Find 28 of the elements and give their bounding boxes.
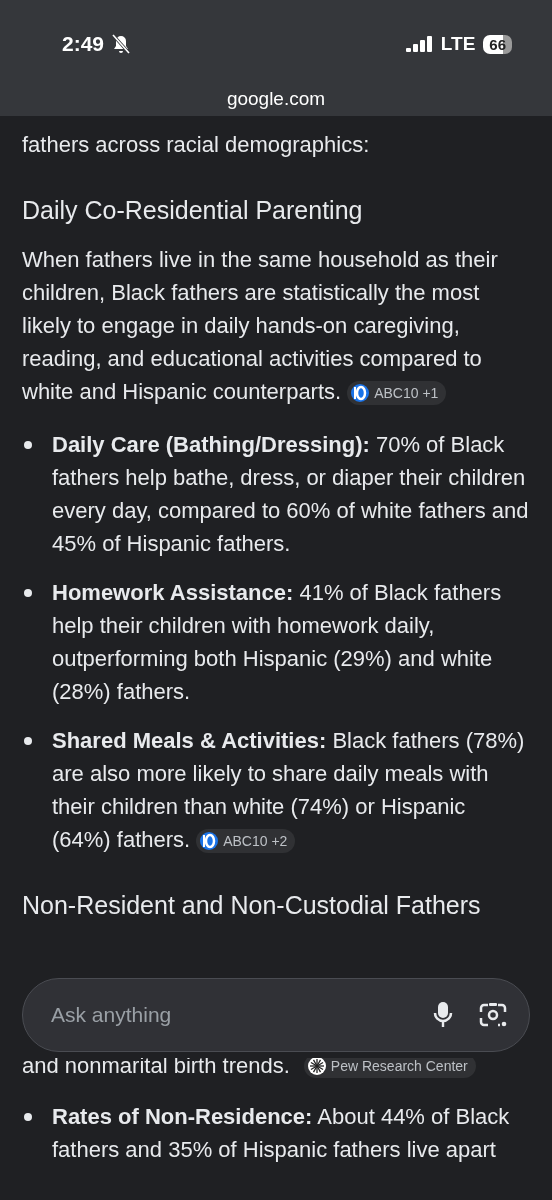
camera-lens-icon[interactable] xyxy=(479,1002,507,1028)
citation-chip[interactable]: ABC10 +1 xyxy=(347,381,447,406)
bullet-text: Rates of Non-Residence: About 44% of Black fathers and 35% of Hispanic fathers live apart xyxy=(52,1103,511,1164)
bell-muted-icon xyxy=(112,34,131,54)
search-input[interactable]: Ask anything xyxy=(49,1002,407,1028)
bullet-dot xyxy=(24,441,32,449)
section-heading: Non-Resident and Non-Custodial Fathers xyxy=(22,890,482,921)
search-bar[interactable]: Ask anything xyxy=(22,978,530,1052)
source-logo-icon xyxy=(200,832,219,851)
citation-chip[interactable]: ABC10 +2 xyxy=(196,829,296,854)
bullet-dot xyxy=(24,737,32,745)
sunburst-logo-icon xyxy=(307,1058,326,1075)
bullet-dot xyxy=(24,1113,32,1121)
paragraph-text: When fathers live in the same household as their children, Black fathers are statistically the most likely to engage in daily hands-on caregiving, reading, and educational activities compared to white and Hispanic counterparts. ABC10 +1 xyxy=(22,246,499,408)
paragraph-text: fathers across racial demographics: xyxy=(22,131,371,159)
clock-time: 2:49 xyxy=(62,32,105,56)
battery-level: 66 xyxy=(483,34,512,54)
source-logo-icon xyxy=(351,384,370,403)
microphone-icon[interactable] xyxy=(433,1001,453,1029)
bullet-text: Shared Meals & Activities: Black fathers (78%) are also more likely to share daily meals with their children than white (74%) or Hispanic (64%) fathers. ABC10 +2 xyxy=(52,727,526,856)
bullet-text: Homework Assistance: 41% of Black fathers help their children with homework daily, outperforming both Hispanic (29%) and white (28%) fathers. xyxy=(52,579,503,706)
bullet-text: Daily Care (Bathing/Dressing): 70% of Black fathers help bathe, dress, or diaper their children every day, compared to 60% of white fathers and 45% of Hispanic fathers. xyxy=(52,431,530,558)
citation-chip[interactable]: Pew Research Center xyxy=(303,1058,476,1078)
signal-icon xyxy=(405,36,433,52)
section-heading: Daily Co-Residential Parenting xyxy=(22,195,364,226)
bullet-dot xyxy=(24,589,32,597)
page-address: google.com xyxy=(225,88,327,110)
network-label: LTE xyxy=(440,33,476,55)
